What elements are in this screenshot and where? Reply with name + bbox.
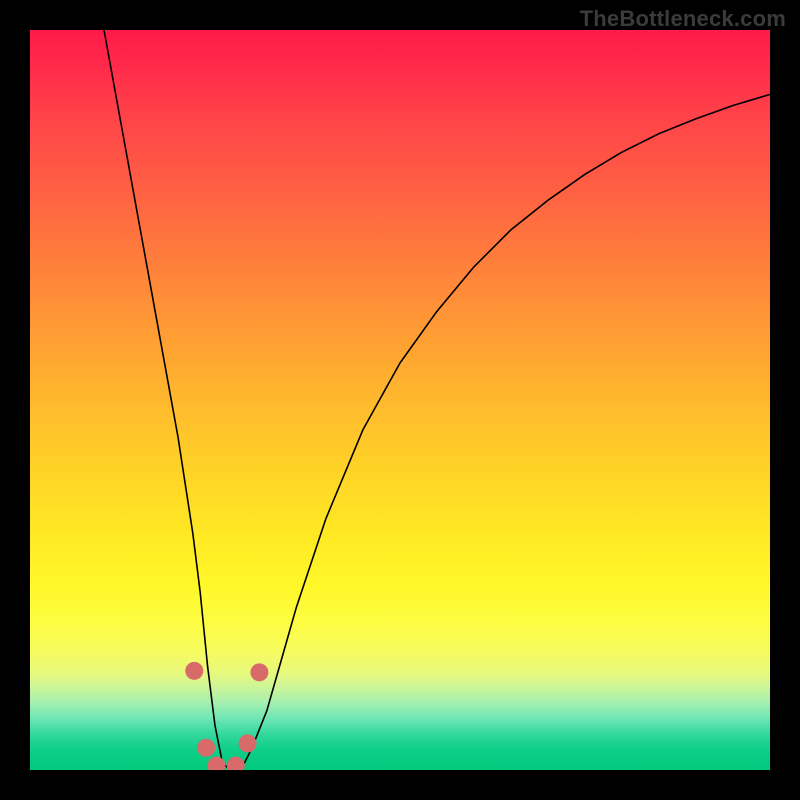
chart-plot-area <box>30 30 770 770</box>
curve-marker <box>207 757 225 770</box>
curve-marker <box>197 739 215 757</box>
curve-markers <box>185 662 268 770</box>
curve-marker <box>250 663 268 681</box>
curve-marker <box>227 757 245 770</box>
curve-marker <box>185 662 203 680</box>
bottleneck-curve <box>104 30 770 770</box>
watermark-text: TheBottleneck.com <box>580 6 786 32</box>
chart-frame: TheBottleneck.com <box>0 0 800 800</box>
chart-svg <box>30 30 770 770</box>
curve-marker <box>239 734 257 752</box>
